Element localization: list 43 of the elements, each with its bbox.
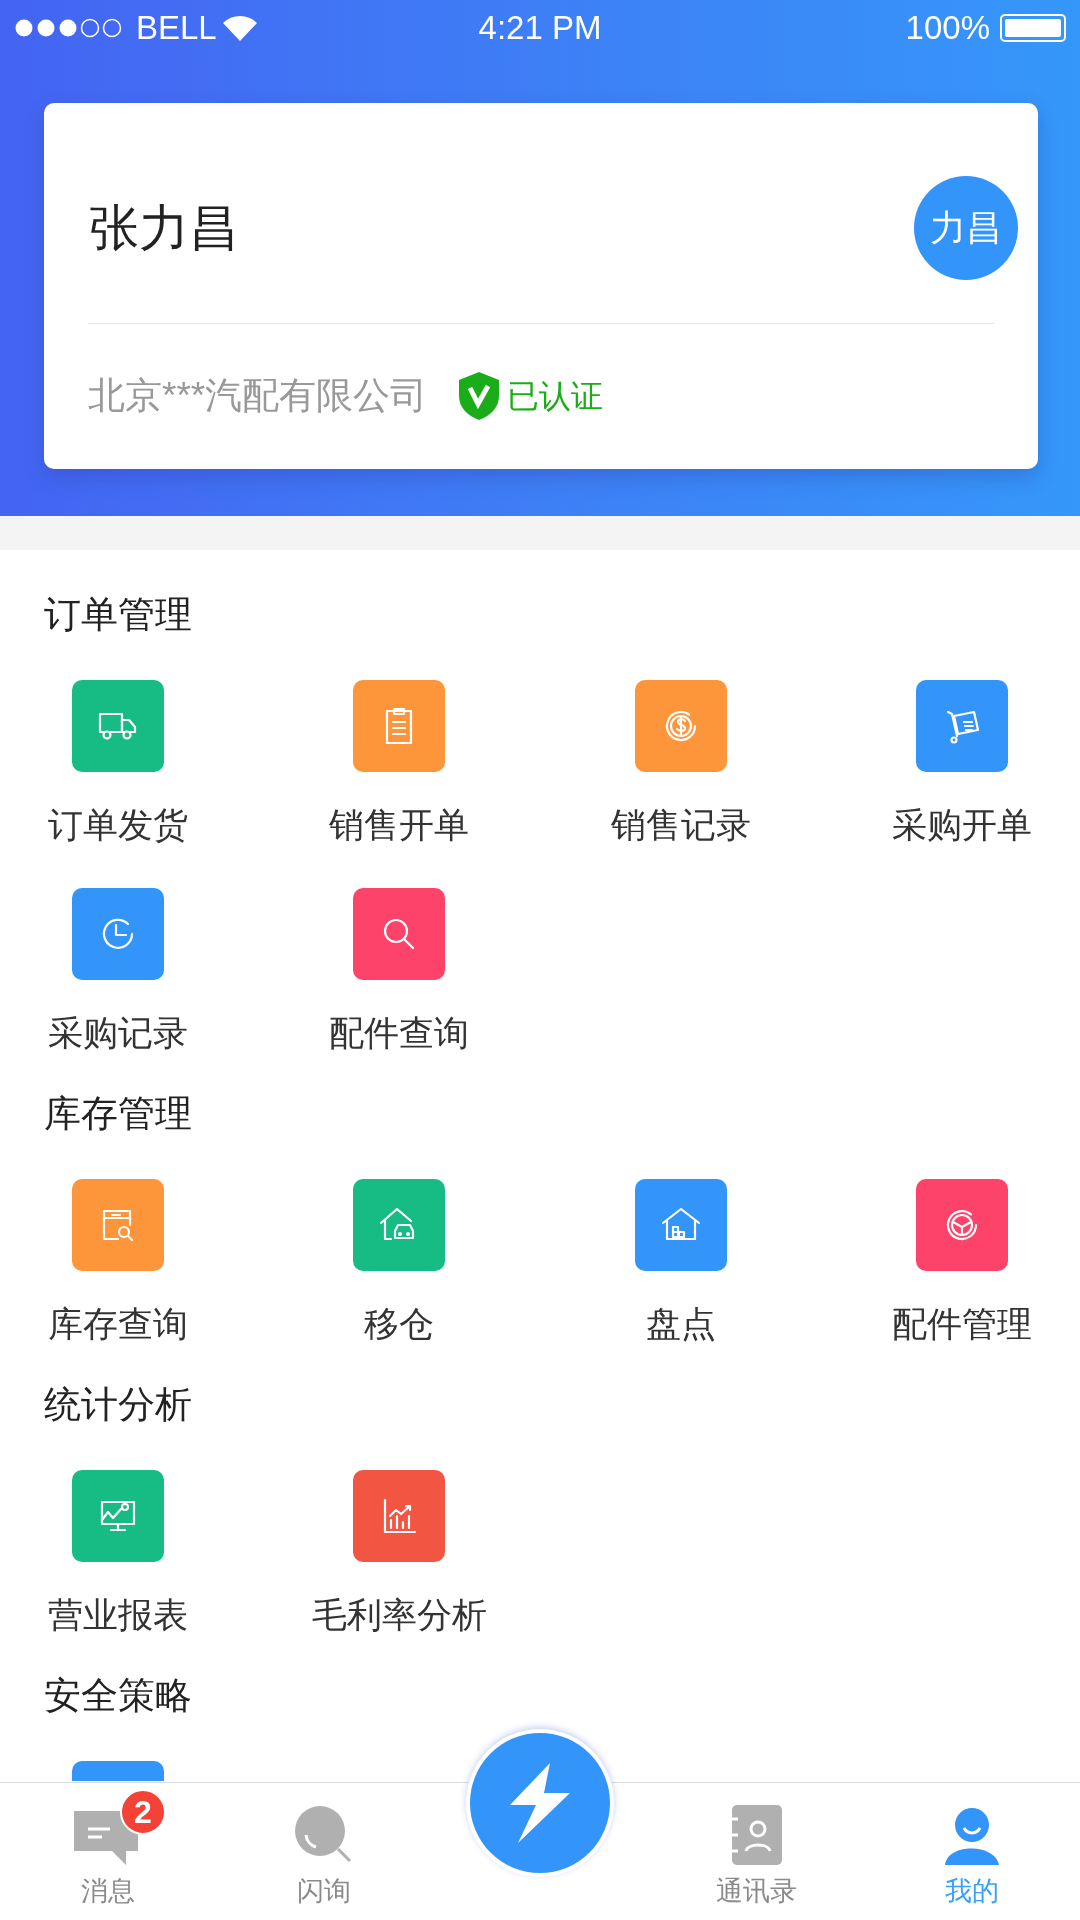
feature-label[interactable]: 销售开单 — [329, 803, 470, 847]
feature-label[interactable]: 盘点 — [645, 1302, 716, 1346]
feature-label[interactable]: 订单发货 — [48, 803, 188, 847]
feature-label[interactable]: 销售记录 — [610, 803, 751, 847]
feature-label[interactable]: 采购记录 — [48, 1011, 188, 1055]
feature-tile[interactable] — [72, 888, 164, 980]
unread-badge: 2 — [120, 1789, 166, 1835]
feature-tile[interactable] — [353, 1470, 446, 1562]
feature-tile[interactable] — [72, 1761, 164, 1781]
contacts-book-icon — [730, 1805, 782, 1865]
feature-label[interactable]: 营业报表 — [48, 1593, 188, 1637]
company-name: 北京***汽配有限公司 — [88, 374, 428, 419]
tab-item[interactable]: 2 消息 — [0, 1783, 216, 1920]
feature-tile[interactable] — [916, 1179, 1008, 1271]
user-name: 张力昌 — [89, 198, 239, 258]
person-icon — [945, 1805, 999, 1865]
lightning-icon — [510, 1763, 570, 1843]
battery-percent: 100% — [905, 8, 990, 49]
time-text: 4:21 PM — [478, 8, 602, 49]
verified-label: 已认证 — [507, 377, 604, 416]
search-icon — [294, 1805, 354, 1865]
battery-icon — [1000, 14, 1066, 42]
feature-tile[interactable] — [353, 888, 446, 980]
feature-label[interactable]: 移仓 — [364, 1302, 435, 1346]
feature-label[interactable]: 配件管理 — [892, 1302, 1032, 1346]
section-title: 统计分析 — [44, 1383, 192, 1428]
section-title: 安全策略 — [44, 1674, 192, 1719]
feature-tile[interactable] — [634, 680, 727, 772]
feature-tile[interactable] — [72, 680, 164, 772]
carrier-text: BELL — [136, 8, 217, 49]
feature-label[interactable]: 毛利率分析 — [311, 1593, 487, 1637]
feature-label[interactable]: 库存查询 — [48, 1302, 188, 1346]
feature-label[interactable]: 采购开单 — [892, 803, 1032, 847]
feature-tile[interactable] — [634, 1179, 727, 1271]
feature-tile[interactable] — [353, 680, 446, 772]
feature-tile[interactable] — [916, 680, 1008, 772]
feature-tile[interactable] — [353, 1179, 446, 1271]
feature-tile[interactable] — [72, 1179, 164, 1271]
section-title: 库存管理 — [44, 1092, 192, 1137]
wifi-icon — [222, 15, 257, 41]
feature-tile[interactable] — [72, 1470, 164, 1562]
section-title: 订单管理 — [44, 593, 192, 638]
feature-label[interactable]: 配件查询 — [329, 1011, 470, 1055]
